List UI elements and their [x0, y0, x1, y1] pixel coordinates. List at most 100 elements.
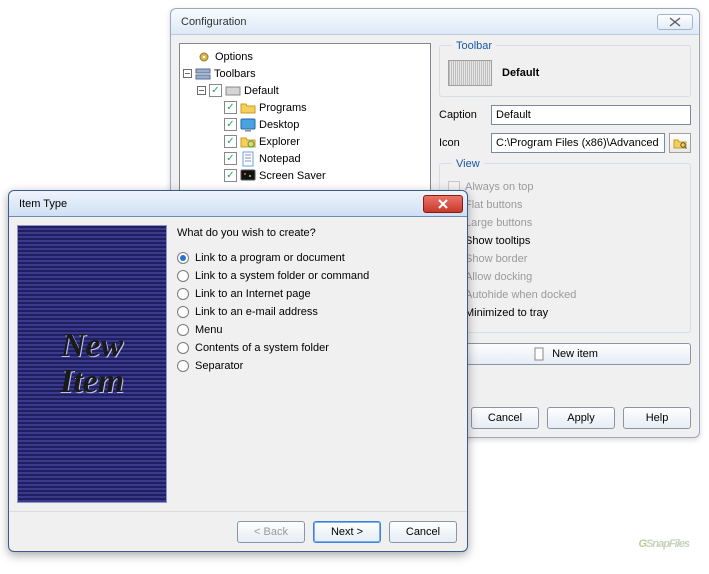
radio-label: Separator [195, 360, 243, 372]
radio-label: Link to an e-mail address [195, 306, 318, 318]
radio-label: Menu [195, 324, 223, 336]
help-button[interactable]: Help [623, 407, 691, 429]
view-options-list: Always on top Flat buttons Large buttons… [448, 178, 682, 322]
tree-checkbox[interactable] [224, 135, 237, 148]
folder-icon [240, 100, 256, 116]
notepad-icon [240, 151, 256, 167]
wizard-graphic-text: NewItem [60, 328, 124, 399]
wizard-button-row: < Back Next > Cancel [9, 511, 467, 551]
view-option-label: Always on top [465, 181, 533, 193]
new-item-button[interactable]: New item [439, 343, 691, 365]
close-button[interactable] [657, 14, 693, 30]
view-option: Large buttons [448, 214, 682, 232]
radio-button[interactable] [177, 288, 189, 300]
toolbars-icon [195, 66, 211, 82]
radio-option[interactable]: Link to a program or document [177, 249, 459, 267]
properties-pane: Toolbar Default Caption Icon View [439, 43, 691, 429]
close-icon [437, 199, 449, 209]
view-option: Autohide when docked [448, 286, 682, 304]
tree-node-toolbars[interactable]: Toolbars [182, 65, 428, 82]
wizard-graphic: NewItem [17, 225, 167, 503]
tree-checkbox[interactable] [224, 152, 237, 165]
tree-node-item[interactable]: Screen Saver [182, 167, 428, 184]
radio-button[interactable] [177, 252, 189, 264]
cancel-button[interactable]: Cancel [471, 407, 539, 429]
close-icon [668, 17, 682, 27]
desktop-icon [240, 117, 256, 133]
caption-row: Caption [439, 105, 691, 125]
radio-button[interactable] [177, 342, 189, 354]
radio-label: Link to an Internet page [195, 288, 311, 300]
caption-input[interactable] [491, 105, 691, 125]
radio-label: Link to a program or document [195, 252, 345, 264]
item-type-titlebar[interactable]: Item Type [9, 191, 467, 217]
icon-label: Icon [439, 137, 487, 149]
tree-label: Default [244, 85, 279, 97]
tree-checkbox[interactable] [224, 101, 237, 114]
view-option: Flat buttons [448, 196, 682, 214]
radio-label: Link to a system folder or command [195, 270, 369, 282]
apply-button[interactable]: Apply [547, 407, 615, 429]
radio-option[interactable]: Contents of a system folder [177, 339, 459, 357]
view-option: Allow docking [448, 268, 682, 286]
tree-node-item[interactable]: Programs [182, 99, 428, 116]
toolbar-icon [225, 83, 241, 99]
tree-node-default[interactable]: Default [182, 82, 428, 99]
radio-option[interactable]: Link to an Internet page [177, 285, 459, 303]
radio-option[interactable]: Separator [177, 357, 459, 375]
toolbar-name: Default [502, 67, 539, 79]
toolbar-groupbox: Toolbar Default [439, 45, 691, 97]
radio-button[interactable] [177, 270, 189, 282]
view-option-label: Large buttons [465, 217, 532, 229]
icon-path-input[interactable] [491, 133, 665, 153]
folder-search-icon [673, 137, 687, 149]
explorer-icon [240, 134, 256, 150]
item-type-dialog: Item Type NewItem What do you wish to cr… [8, 190, 468, 552]
view-option: Show border [448, 250, 682, 268]
collapse-icon[interactable] [196, 85, 207, 96]
tree-label: Toolbars [214, 68, 256, 80]
configuration-titlebar[interactable]: Configuration [171, 9, 699, 35]
browse-button[interactable] [669, 133, 691, 153]
tree-label: Programs [259, 102, 307, 114]
prompt-text: What do you wish to create? [177, 227, 459, 239]
tree-node-options[interactable]: Options [182, 48, 428, 65]
item-type-body: NewItem What do you wish to create? Link… [9, 217, 467, 511]
tree-label: Screen Saver [259, 170, 326, 182]
tree-node-item[interactable]: Desktop [182, 116, 428, 133]
view-option[interactable]: Show tooltips [448, 232, 682, 250]
cancel-button[interactable]: Cancel [389, 521, 457, 543]
radio-option[interactable]: Link to a system folder or command [177, 267, 459, 285]
view-option-label: Minimized to tray [465, 307, 548, 319]
tree-node-item[interactable]: Notepad [182, 150, 428, 167]
radio-label: Contents of a system folder [195, 342, 329, 354]
back-button: < Back [237, 521, 305, 543]
radio-option[interactable]: Link to an e-mail address [177, 303, 459, 321]
watermark-text: SnapFiles [646, 538, 689, 550]
view-option-label: Allow docking [465, 271, 532, 283]
radio-button[interactable] [177, 324, 189, 336]
tree-checkbox[interactable] [224, 118, 237, 131]
tree-label: Desktop [259, 119, 299, 131]
view-option-label: Flat buttons [465, 199, 522, 211]
screensaver-icon [240, 168, 256, 184]
tree-node-item[interactable]: Explorer [182, 133, 428, 150]
group-label: Toolbar [452, 40, 496, 52]
caption-label: Caption [439, 109, 487, 121]
tree-label: Options [215, 51, 253, 63]
view-option: Always on top [448, 178, 682, 196]
view-option[interactable]: Minimized to tray [448, 304, 682, 322]
view-groupbox: View Always on top Flat buttons Large bu… [439, 163, 691, 333]
tree-label: Notepad [259, 153, 301, 165]
radio-option[interactable]: Menu [177, 321, 459, 339]
view-option-label: Show border [465, 253, 527, 265]
collapse-icon[interactable] [182, 68, 193, 79]
tree-checkbox[interactable] [224, 169, 237, 182]
configuration-title: Configuration [181, 16, 246, 28]
radio-button[interactable] [177, 306, 189, 318]
close-button[interactable] [423, 195, 463, 213]
radio-button[interactable] [177, 360, 189, 372]
tree-checkbox[interactable] [209, 84, 222, 97]
group-label: View [452, 158, 484, 170]
next-button[interactable]: Next > [313, 521, 381, 543]
